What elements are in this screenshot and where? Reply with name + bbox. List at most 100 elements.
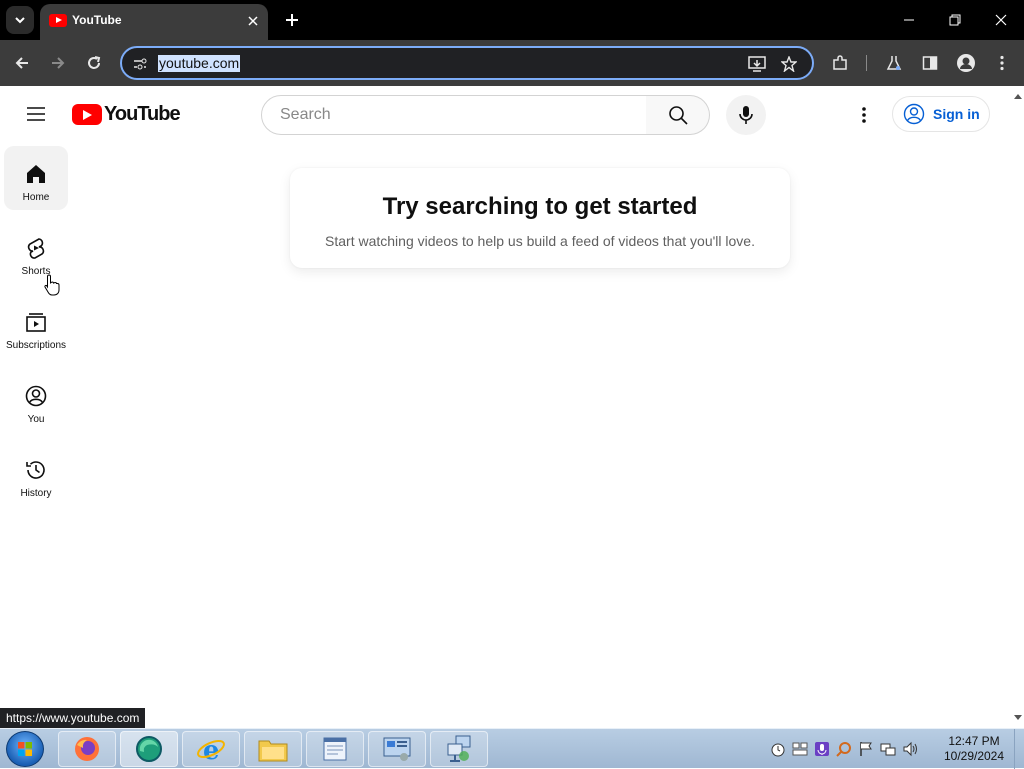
guide-item-history[interactable]: History — [4, 442, 68, 506]
flask-icon — [886, 56, 902, 70]
puzzle-icon — [833, 55, 847, 70]
link-status-bubble: https://www.youtube.com — [0, 708, 146, 728]
show-desktop-button[interactable] — [1014, 729, 1024, 769]
empty-feed-subtitle: Start watching videos to help us build a… — [325, 233, 755, 249]
sign-in-label: Sign in — [933, 106, 980, 122]
chevron-down-icon — [15, 17, 25, 24]
youtube-favicon-icon — [49, 14, 67, 27]
restore-icon — [949, 14, 961, 26]
network-icon — [447, 735, 471, 762]
search-button[interactable] — [646, 95, 710, 135]
youtube-play-icon — [72, 103, 102, 125]
tab-title: YouTube — [72, 13, 122, 27]
browser-toolbar: youtube.com — [0, 40, 1024, 86]
youtube-logo-text: YouTube — [104, 102, 181, 125]
install-icon — [748, 56, 766, 72]
side-panel-icon — [922, 56, 938, 70]
profile-icon — [957, 54, 975, 72]
magnifier-tray-icon[interactable] — [836, 741, 852, 757]
minimize-button[interactable] — [886, 0, 932, 40]
side-panel-button[interactable] — [916, 49, 944, 77]
home-icon — [24, 162, 48, 186]
tab-search-button[interactable] — [6, 6, 34, 34]
guide-label: You — [27, 414, 45, 425]
profile-button[interactable] — [952, 49, 980, 77]
browser-tab-youtube[interactable]: YouTube — [40, 4, 268, 40]
microphone-tray-icon[interactable] — [814, 741, 830, 757]
document-viewer-icon — [323, 737, 347, 761]
guide-item-you[interactable]: You — [4, 368, 68, 432]
volume-tray-icon[interactable] — [902, 741, 918, 757]
caret-up-icon — [1014, 94, 1022, 99]
subscriptions-icon — [24, 310, 48, 334]
voice-search-button[interactable] — [726, 95, 766, 135]
install-app-button[interactable] — [746, 53, 768, 75]
hand-cursor-icon — [44, 274, 60, 296]
restore-button[interactable] — [932, 0, 978, 40]
system-tray — [770, 741, 918, 757]
caret-down-icon — [1014, 715, 1022, 720]
youtube-logo[interactable]: YouTube — [72, 102, 181, 125]
shorts-icon — [24, 236, 48, 260]
empty-feed-prompt: Try searching to get started Start watch… — [290, 168, 790, 268]
reload-icon — [88, 56, 101, 69]
tab-close-button[interactable] — [244, 12, 262, 30]
bookmark-button[interactable] — [778, 53, 800, 75]
search-box — [261, 95, 647, 135]
taskbar-document-viewer[interactable] — [306, 731, 364, 767]
sign-in-button[interactable]: Sign in — [892, 96, 990, 132]
edge-icon — [136, 736, 162, 762]
clock-time: 12:47 PM — [948, 734, 1000, 748]
tune-icon — [134, 58, 147, 70]
settings-menu-button[interactable] — [850, 101, 878, 129]
taskbar-control-panel[interactable] — [368, 731, 426, 767]
taskbar-network[interactable] — [430, 731, 488, 767]
close-icon — [248, 16, 258, 26]
new-tab-button[interactable] — [280, 8, 304, 32]
taskbar-edge[interactable] — [120, 731, 178, 767]
guide-label: Subscriptions — [5, 340, 67, 351]
start-button[interactable] — [6, 731, 44, 767]
youtube-page: YouTube Sign in Home Sho — [0, 86, 1024, 727]
internet-explorer-icon: e — [197, 736, 225, 764]
you-icon — [24, 384, 48, 408]
taskbar-internet-explorer[interactable]: e — [182, 731, 240, 767]
close-window-button[interactable] — [978, 0, 1024, 40]
forward-button[interactable] — [44, 49, 72, 77]
account-icon — [903, 103, 925, 125]
extensions-button[interactable] — [826, 49, 854, 77]
history-icon — [24, 458, 48, 482]
apps-tray-icon[interactable] — [792, 741, 808, 757]
arrow-left-icon — [15, 57, 28, 69]
back-button[interactable] — [8, 49, 36, 77]
taskbar-file-explorer[interactable] — [244, 731, 302, 767]
address-text[interactable]: youtube.com — [158, 55, 241, 72]
address-bar[interactable]: youtube.com — [120, 46, 814, 80]
browser-menu-button[interactable] — [988, 49, 1016, 77]
clock-date: 10/29/2024 — [943, 749, 1005, 763]
guide-item-home[interactable]: Home — [4, 146, 68, 210]
search-input[interactable] — [278, 96, 628, 134]
network-tray-icon[interactable] — [880, 741, 896, 757]
clock-tray-icon[interactable] — [770, 741, 786, 757]
scroll-up-arrow[interactable] — [1012, 90, 1024, 102]
arrow-right-icon — [52, 57, 65, 69]
hamburger-icon — [27, 107, 45, 121]
reload-button[interactable] — [80, 49, 108, 77]
guide-item-subscriptions[interactable]: Subscriptions — [4, 294, 68, 358]
labs-button[interactable] — [880, 49, 908, 77]
toolbar-divider — [866, 55, 867, 71]
taskbar-firefox[interactable] — [58, 731, 116, 767]
youtube-masthead: YouTube Sign in — [0, 86, 1012, 142]
file-explorer-icon — [258, 740, 288, 762]
minimize-icon — [904, 19, 914, 21]
guide-menu-button[interactable] — [20, 98, 52, 130]
search-icon — [668, 106, 688, 125]
mini-guide: Home Shorts Subscriptions You History — [4, 146, 68, 516]
flag-tray-icon[interactable] — [858, 741, 874, 757]
control-panel-icon — [383, 737, 411, 761]
scroll-down-arrow[interactable] — [1012, 712, 1024, 724]
guide-label: Home — [22, 192, 50, 203]
site-info-button[interactable] — [130, 54, 150, 74]
system-clock[interactable]: 12:47 PM 10/29/2024 — [936, 734, 1012, 764]
